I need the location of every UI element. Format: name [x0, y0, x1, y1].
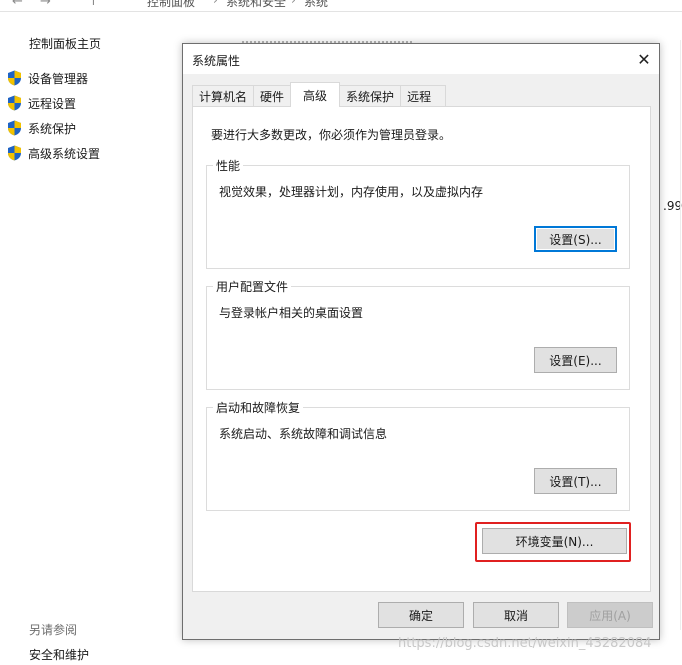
tab-strip: 计算机名 硬件 高级 系统保护 远程 [192, 82, 447, 107]
tab-computer-name[interactable]: 计算机名 [192, 85, 255, 106]
forward-arrow-icon[interactable]: → [40, 0, 51, 9]
startup-recovery-settings-button[interactable]: 设置(T)... [534, 468, 617, 494]
dialog-titlebar[interactable]: 系统属性 ✕ [183, 44, 659, 74]
sidebar-item-label: 高级系统设置 [28, 146, 101, 161]
sidebar-item-system-protection[interactable]: 系统保护 [7, 119, 76, 137]
shield-icon [8, 120, 21, 136]
group-description: 与登录帐户相关的桌面设置 [219, 306, 364, 320]
up-arrow-icon[interactable]: ↑ [88, 0, 99, 9]
sidebar-item-label: 系统保护 [28, 121, 77, 136]
breadcrumb-separator-icon: › [213, 0, 218, 7]
breadcrumb-system-security[interactable]: 系统和安全 [226, 0, 286, 10]
shield-icon [8, 70, 21, 86]
ok-button[interactable]: 确定 [378, 602, 464, 628]
shield-icon [8, 95, 21, 111]
performance-settings-button[interactable]: 设置(S)... [534, 226, 617, 252]
breadcrumb-system[interactable]: 系统 [304, 0, 328, 10]
group-description: 视觉效果，处理器计划，内存使用，以及虚拟内存 [219, 185, 484, 199]
recent-chevron-icon[interactable]: ˅ [70, 0, 76, 7]
sidebar-item-advanced-system-settings[interactable]: 高级系统设置 [7, 144, 100, 162]
background-divider [680, 40, 681, 630]
sidebar-item-label: 远程设置 [28, 96, 77, 111]
sidebar-item-label: 设备管理器 [28, 71, 89, 86]
see-also-heading: 另请参阅 [29, 623, 78, 637]
close-icon[interactable]: ✕ [629, 44, 659, 74]
watermark: https://blog.csdn.net/weixin_43282084 [398, 636, 652, 651]
tab-advanced[interactable]: 高级 [290, 82, 341, 107]
apply-button[interactable]: 应用(A) [567, 602, 653, 628]
tab-remote[interactable]: 远程 [400, 85, 447, 106]
back-arrow-icon[interactable]: ← [12, 0, 23, 9]
breadcrumb-separator-icon: › [291, 0, 296, 7]
admin-note: 要进行大多数更改，你必须作为管理员登录。 [211, 128, 452, 142]
annotation-highlight-box [475, 522, 631, 562]
shield-icon [8, 145, 21, 161]
group-description: 系统启动、系统故障和调试信息 [219, 427, 388, 441]
tab-hardware[interactable]: 硬件 [253, 85, 292, 106]
cancel-button[interactable]: 取消 [473, 602, 559, 628]
tab-system-protection[interactable]: 系统保护 [339, 85, 402, 106]
group-user-profiles: 用户配置文件 与登录帐户相关的桌面设置 [206, 278, 630, 390]
breadcrumb-control-panel[interactable]: 控制面板 [147, 0, 195, 10]
address-bar: ← → ˅ ↑ 控制面板 › 系统和安全 › 系统 [0, 0, 682, 12]
sidebar-item-device-manager[interactable]: 设备管理器 [7, 69, 88, 87]
sidebar-item-remote-settings[interactable]: 远程设置 [7, 94, 76, 112]
group-performance: 性能 视觉效果，处理器计划，内存使用，以及虚拟内存 [206, 157, 630, 269]
sidebar-home-link[interactable]: 控制面板主页 [29, 35, 101, 52]
group-startup-recovery: 启动和故障恢复 系统启动、系统故障和调试信息 [206, 399, 630, 511]
see-also-security-maintenance-link[interactable]: 安全和维护 [29, 646, 89, 663]
dialog-title: 系统属性 [192, 54, 241, 68]
group-title: 性能 [213, 157, 244, 174]
group-title: 启动和故障恢复 [213, 399, 304, 416]
user-profiles-settings-button[interactable]: 设置(E)... [534, 347, 617, 373]
group-title: 用户配置文件 [213, 278, 292, 295]
